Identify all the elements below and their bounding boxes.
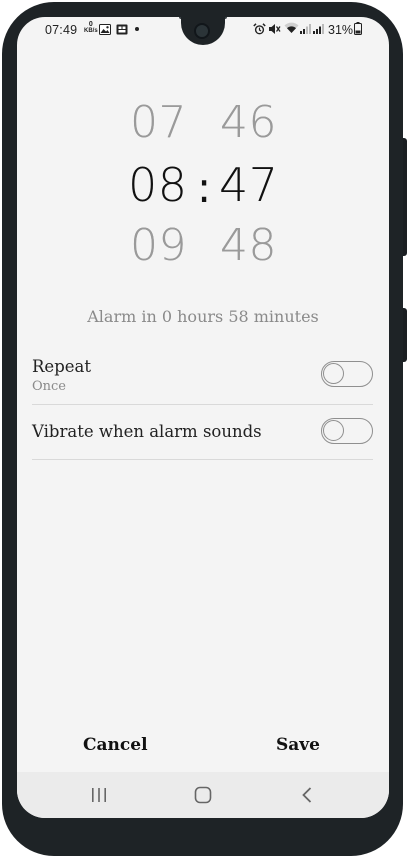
screenshot-icon bbox=[116, 24, 128, 38]
status-time: 07:49 bbox=[45, 23, 78, 37]
battery-icon bbox=[354, 22, 362, 38]
hour-prev-value[interactable]: 07 bbox=[130, 101, 187, 145]
notification-dot-icon bbox=[135, 27, 139, 31]
toggle-knob bbox=[323, 420, 344, 441]
toggle-knob bbox=[323, 363, 344, 384]
signal-icon-1 bbox=[300, 23, 312, 37]
back-icon[interactable] bbox=[301, 786, 313, 809]
hour-selected-value[interactable]: 08 bbox=[128, 162, 188, 208]
minute-selected-value[interactable]: 47 bbox=[219, 162, 279, 208]
cancel-button[interactable]: Cancel bbox=[83, 735, 148, 755]
vibrate-toggle[interactable] bbox=[321, 418, 373, 444]
power-button bbox=[403, 308, 407, 362]
hour-next-value[interactable]: 09 bbox=[130, 224, 187, 268]
alarm-icon bbox=[253, 23, 266, 38]
battery-percent: 31% bbox=[328, 23, 354, 37]
gallery-icon bbox=[99, 24, 111, 38]
front-camera-icon bbox=[194, 23, 210, 39]
save-button[interactable]: Save bbox=[276, 735, 320, 755]
screen: 07:49 0 KB/s 31% 07 46 08: 47 09 48 Ala… bbox=[17, 17, 389, 818]
repeat-row[interactable]: Repeat Once bbox=[32, 351, 373, 405]
repeat-title: Repeat bbox=[32, 357, 91, 376]
navigation-bar bbox=[17, 772, 389, 818]
minute-prev-value[interactable]: 46 bbox=[220, 101, 277, 145]
repeat-toggle[interactable] bbox=[321, 361, 373, 387]
time-picker[interactable]: 07 46 08 : 47 09 48 bbox=[17, 93, 389, 283]
vibrate-title: Vibrate when alarm sounds bbox=[32, 422, 262, 441]
signal-icon-2 bbox=[313, 23, 325, 37]
repeat-subtitle: Once bbox=[32, 379, 67, 394]
time-separator: : bbox=[197, 163, 212, 212]
wifi-icon bbox=[284, 22, 299, 37]
mute-icon bbox=[268, 23, 281, 38]
network-speed-unit: KB/s bbox=[84, 28, 98, 34]
volume-button bbox=[403, 138, 407, 256]
network-speed: 0 KB/s bbox=[84, 21, 98, 34]
alarm-countdown-text: Alarm in 0 hours 58 minutes bbox=[87, 307, 319, 326]
minute-next-value[interactable]: 48 bbox=[220, 224, 277, 268]
recent-apps-icon[interactable] bbox=[91, 786, 107, 809]
home-icon[interactable] bbox=[194, 786, 212, 809]
vibrate-row[interactable]: Vibrate when alarm sounds bbox=[32, 405, 373, 460]
